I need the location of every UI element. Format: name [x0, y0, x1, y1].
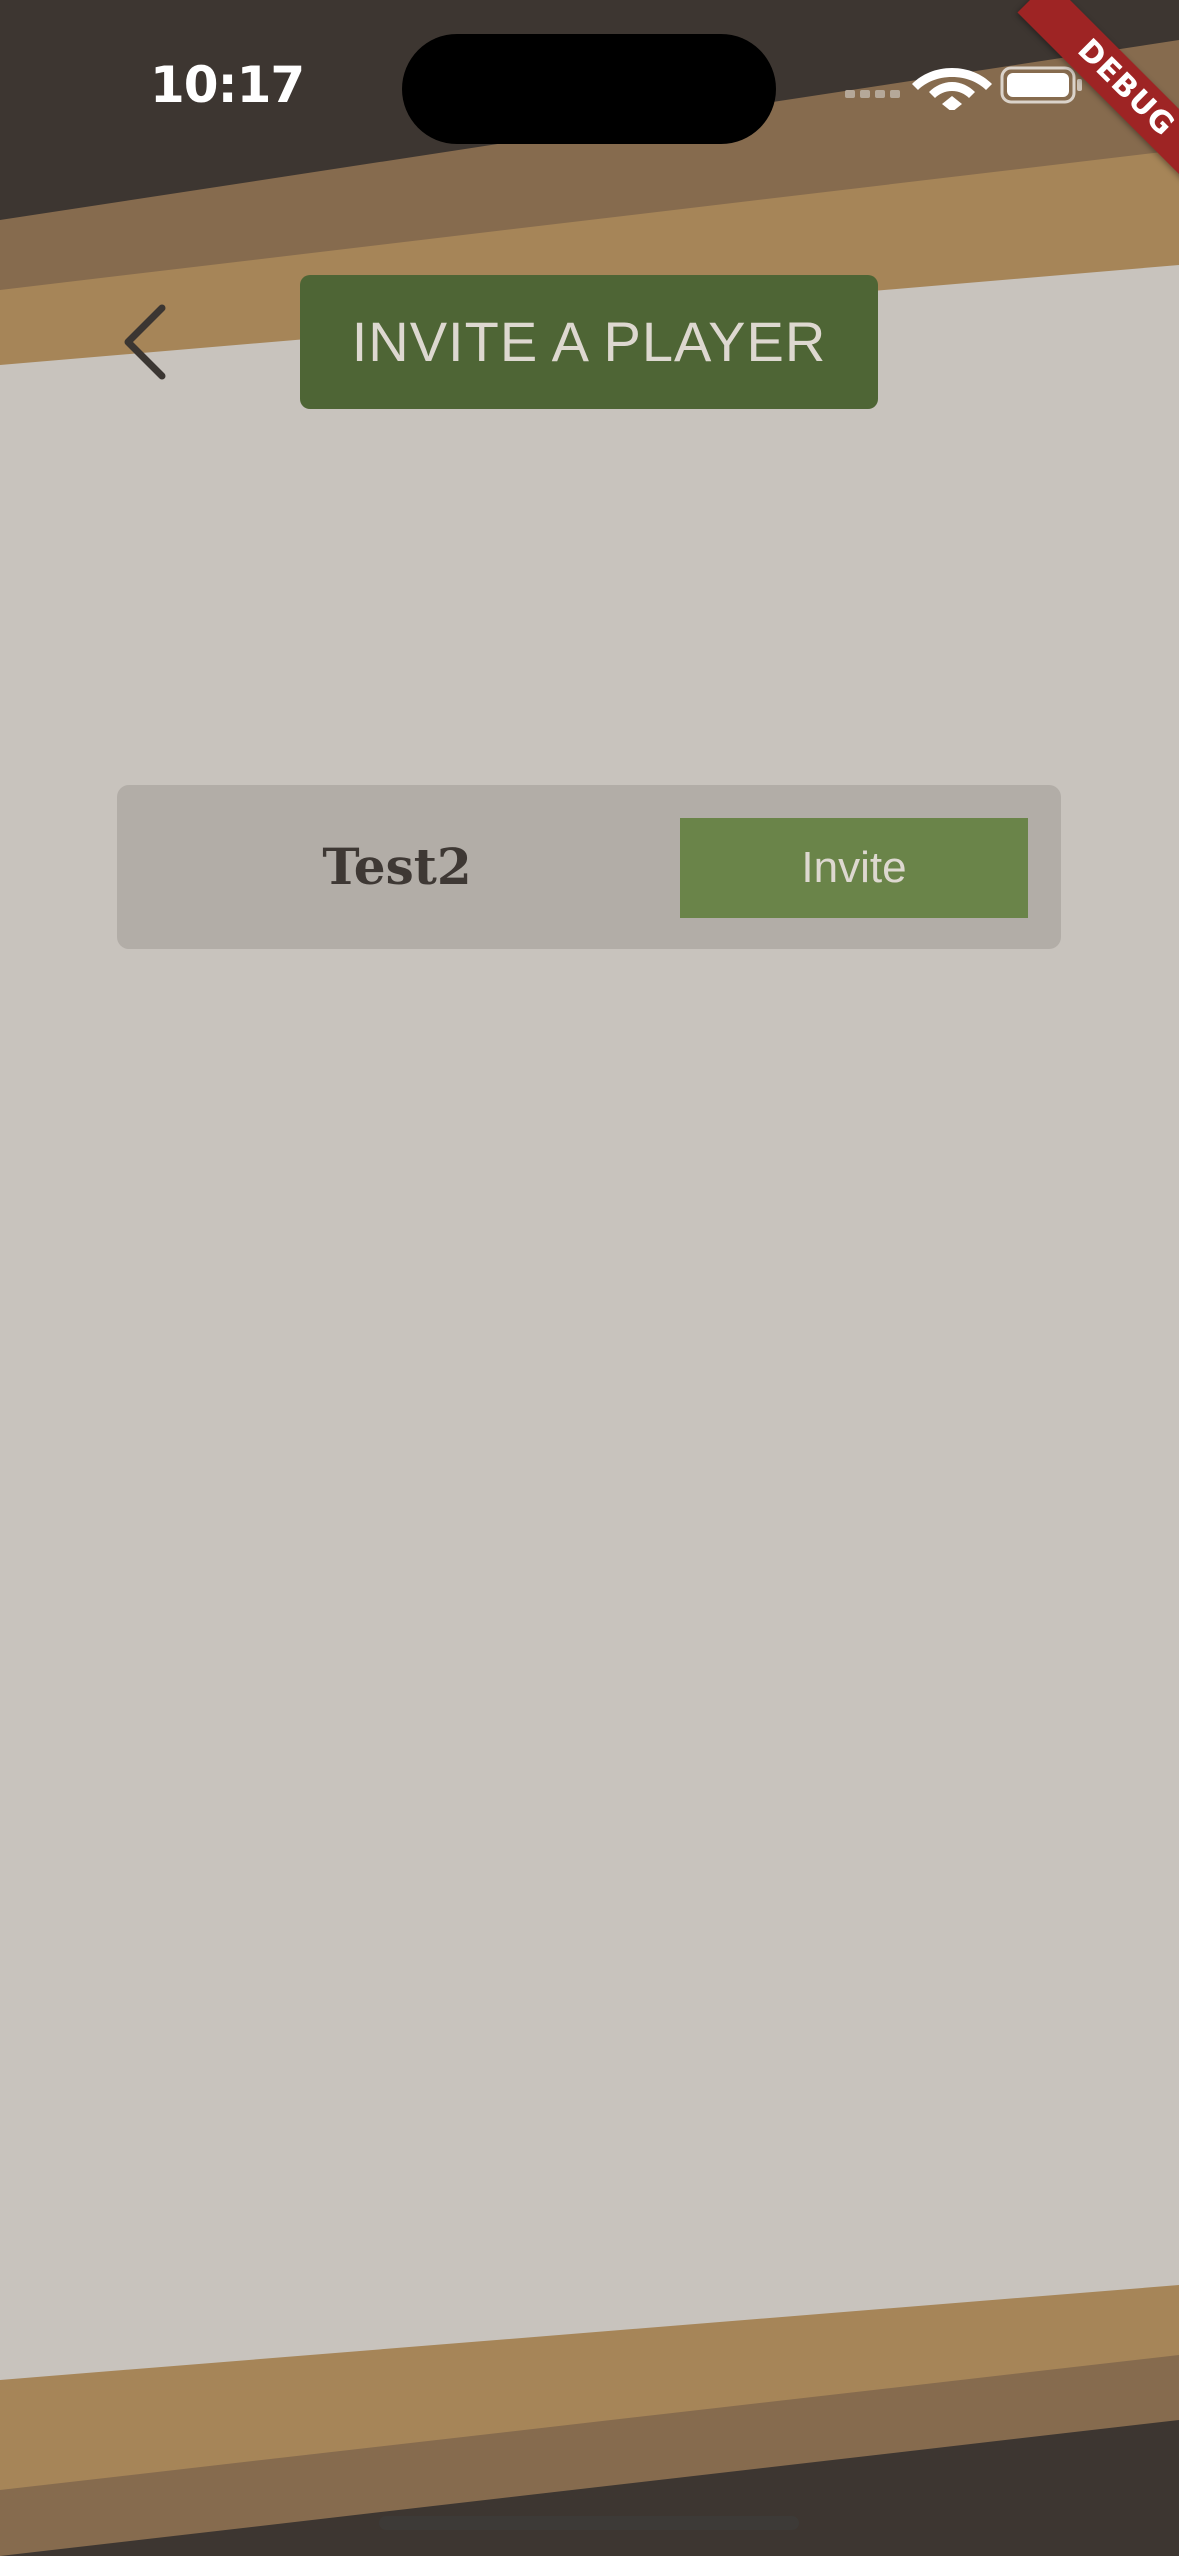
app-screen: 10:17 DEBUG INVITE A PLAYER Test2 Invite	[0, 0, 1179, 2556]
cellular-signal-icon	[845, 90, 900, 98]
dynamic-island	[402, 34, 776, 144]
chevron-left-icon	[124, 304, 166, 380]
battery-icon	[1000, 66, 1082, 104]
status-icons	[845, 66, 1082, 110]
wifi-icon	[912, 68, 992, 110]
player-row: Test2 Invite	[117, 785, 1061, 949]
invite-button[interactable]: Invite	[680, 818, 1028, 918]
page-title: INVITE A PLAYER	[300, 275, 878, 409]
player-name: Test2	[322, 837, 472, 896]
home-indicator[interactable]	[379, 2516, 799, 2530]
back-button[interactable]	[110, 290, 190, 390]
status-time: 10:17	[150, 56, 305, 114]
